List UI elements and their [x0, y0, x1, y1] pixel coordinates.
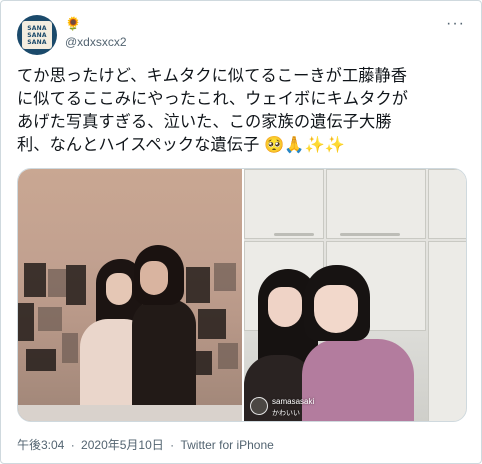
avatar-text-3: SANA	[27, 38, 47, 46]
tweet-text: てか思ったけど、キムタクに似てるこーきが工藤静香 に似てるここみにやったこれ、ウ…	[17, 65, 469, 157]
author-handle[interactable]: @xdxsxcx2	[65, 35, 127, 49]
figure-right-body	[132, 299, 196, 419]
mosaic-tile	[62, 333, 78, 363]
meta-separator-2: ·	[170, 438, 175, 452]
tweet-text-line-3: あげた写真すぎる、泣いた、この家族の遺伝子大勝	[17, 113, 392, 131]
media-photo-right[interactable]: samasasaki かわいい	[244, 169, 466, 421]
person-right-face	[314, 285, 358, 333]
mosaic-tile	[26, 349, 56, 371]
media-photo-left[interactable]	[18, 169, 242, 421]
tweet-text-line-2: に似てるここみにやったこれ、ウェイボにキムタクが	[17, 90, 409, 108]
avatar-text-2: SANA	[27, 31, 47, 39]
tweet-text-line-1: てか思ったけど、キムタクに似てるこーきが工藤静香	[17, 67, 408, 85]
meta-separator: ·	[70, 438, 75, 452]
figure-left-face	[106, 273, 132, 305]
tweet-source-link[interactable]: Twitter for iPhone	[180, 438, 273, 452]
tweet-text-line-4-text: 利、なんとハイスペックな遺伝子	[17, 136, 260, 154]
tweet-card: SANA SANA SANA 🌻 @xdxsxcx2 ··· てか思ったけど、キ…	[0, 0, 482, 464]
cabinet-panel	[244, 169, 324, 239]
tweet-text-line-4: 利、なんとハイスペックな遺伝子 🥺🙏✨✨	[17, 134, 469, 157]
tweet-media: samasasaki かわいい	[17, 168, 467, 422]
figure-right-face	[140, 261, 168, 295]
cabinet-panel	[428, 241, 466, 421]
tweet-emojis: 🥺🙏✨✨	[263, 136, 346, 154]
avatar-logo: SANA SANA SANA	[22, 21, 52, 49]
person-right-body	[302, 339, 414, 421]
mosaic-tile	[38, 307, 62, 331]
mosaic-tile	[48, 269, 66, 297]
tweet-time[interactable]: 午後3:04	[17, 438, 64, 452]
tweet-meta: 午後3:04 · 2020年5月10日 · Twitter for iPhone	[17, 436, 274, 453]
mosaic-tile	[218, 343, 238, 369]
avatar-text-1: SANA	[27, 24, 47, 32]
overlay-avatar	[250, 397, 268, 415]
mosaic-tile	[66, 265, 86, 305]
mosaic-tile	[24, 263, 46, 297]
overlay-caption: かわいい	[272, 410, 300, 417]
author-display-name[interactable]: 🌻	[65, 16, 81, 32]
cabinet-handle	[340, 233, 400, 236]
cabinet-handle	[274, 233, 314, 236]
cabinet-panel	[428, 169, 466, 239]
cabinet-panel	[326, 169, 426, 239]
overlay-username: samasasaki	[272, 397, 315, 406]
floor	[18, 405, 242, 421]
tweet-date[interactable]: 2020年5月10日	[81, 438, 164, 452]
mosaic-tile	[214, 263, 236, 291]
mosaic-tile	[186, 267, 210, 303]
author-avatar[interactable]: SANA SANA SANA	[17, 15, 57, 55]
mosaic-tile	[198, 309, 226, 339]
more-options-icon[interactable]: ···	[446, 15, 465, 33]
mosaic-tile	[18, 303, 34, 341]
person-left-face	[268, 287, 302, 327]
